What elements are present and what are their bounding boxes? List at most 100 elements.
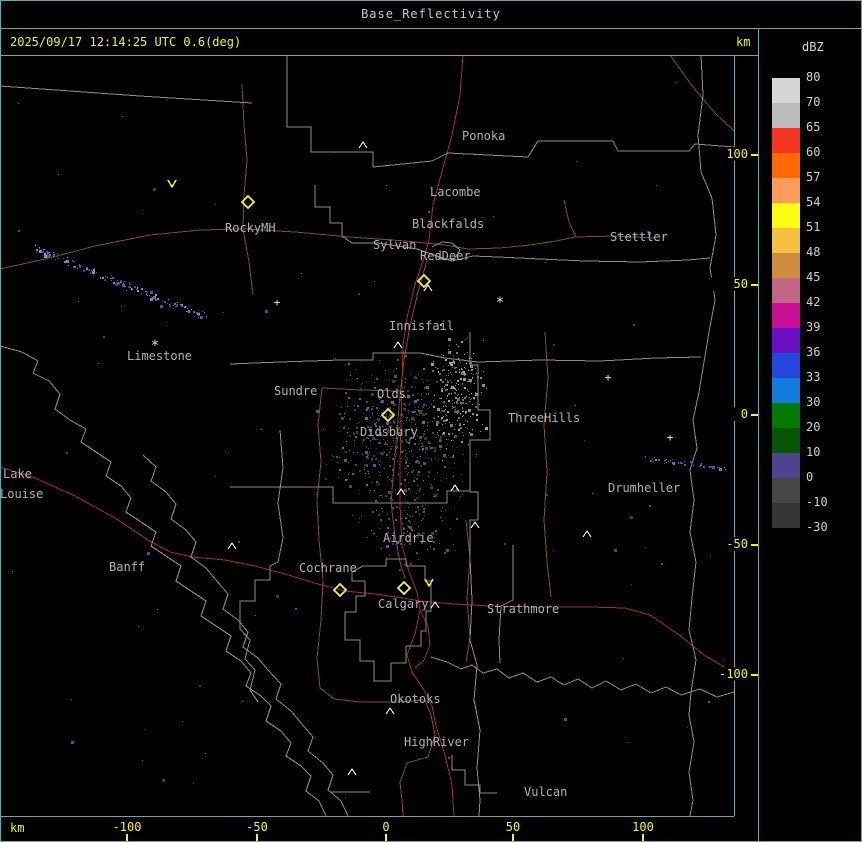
echo-pixel	[132, 288, 133, 289]
echo-pixel	[169, 304, 170, 305]
echo-pixel	[459, 433, 460, 434]
echo-pixel	[469, 394, 470, 395]
echo-pixel	[423, 462, 426, 465]
echo-pixel	[470, 411, 471, 412]
echo-pixel	[111, 275, 112, 276]
echo-pixel	[441, 390, 443, 392]
echo-pixel	[374, 420, 375, 421]
echo-pixel	[395, 419, 396, 420]
echo-pixel	[437, 434, 438, 435]
echo-pixel	[406, 420, 407, 421]
echo-pixel	[44, 249, 45, 250]
city-label: Vulcan	[524, 785, 567, 799]
echo-pixel	[466, 363, 467, 364]
echo-pixel	[451, 386, 454, 389]
echo-pixel	[463, 378, 466, 381]
echo-pixel	[379, 495, 380, 496]
echo-pixel	[446, 406, 447, 407]
echo-pixel	[400, 483, 402, 485]
echo-pixel	[459, 423, 461, 425]
echo-pixel	[198, 317, 199, 318]
echo-pixel	[437, 432, 438, 433]
echo-pixel	[468, 370, 469, 371]
echo-pixel	[364, 467, 365, 468]
echo-pixel	[333, 456, 334, 457]
echo-pixel	[365, 451, 368, 454]
echo-pixel	[445, 359, 447, 361]
dbz-color-scale-panel: dBZ 80 70 65 60 57 54 51 48 45 42 39 36 33 30 20 10 0 -10…	[758, 28, 862, 842]
echo-pixel	[447, 396, 448, 397]
echo-pixel	[421, 520, 422, 521]
echo-pixel	[73, 266, 74, 267]
echo-pixel	[471, 398, 472, 399]
echo-pixel	[425, 413, 427, 415]
echo-pixel	[379, 442, 381, 444]
echo-pixel	[417, 399, 419, 401]
dbz-scale-label: 42	[806, 295, 821, 309]
echo-pixel	[474, 399, 475, 400]
echo-pixel	[409, 420, 410, 421]
echo-pixel	[425, 452, 426, 453]
echo-pixel	[454, 363, 455, 364]
echo-pixel	[169, 305, 171, 307]
dbz-scale-label: 36	[806, 345, 821, 359]
echo-pixel	[147, 295, 148, 296]
echo-pixel	[440, 412, 441, 413]
echo-pixel	[452, 367, 453, 368]
echo-pixel	[357, 405, 359, 407]
echo-pixel	[387, 449, 388, 450]
echo-pixel	[658, 459, 660, 461]
echo-pixel	[461, 402, 462, 403]
echo-pixel	[415, 461, 416, 462]
echo-pixel	[151, 296, 152, 297]
echo-pixel	[412, 516, 413, 517]
echo-pixel	[394, 503, 395, 504]
echo-pixel	[403, 528, 405, 530]
echo-pixel	[371, 459, 373, 461]
echo-pixel	[82, 266, 83, 267]
echo-pixel	[381, 548, 382, 549]
echo-pixel	[424, 403, 425, 404]
echo-pixel	[465, 427, 466, 428]
echo-pixel	[389, 457, 390, 458]
echo-pixel	[391, 446, 392, 447]
echo-pixel	[380, 519, 382, 521]
echo-pixel	[387, 514, 388, 515]
echo-pixel	[397, 461, 398, 462]
echo-pixel	[199, 685, 201, 687]
echo-pixel	[100, 278, 101, 279]
echo-pixel	[63, 258, 64, 259]
echo-pixel	[73, 261, 74, 262]
echo-pixel	[373, 533, 375, 535]
echo-pixel	[432, 421, 433, 422]
echo-pixel	[419, 436, 422, 439]
echo-pixel	[359, 422, 360, 423]
echo-pixel	[470, 399, 471, 400]
echo-pixel	[53, 256, 54, 257]
echo-pixel	[340, 426, 341, 427]
echo-pixel	[448, 455, 449, 456]
echo-pixel	[407, 514, 408, 515]
echo-pixel	[450, 388, 451, 389]
echo-pixel	[469, 379, 472, 382]
x-axis-tick	[642, 834, 644, 842]
echo-pixel	[405, 462, 407, 464]
echo-pixel	[376, 484, 377, 485]
dbz-scale-label: 20	[806, 420, 821, 434]
echo-pixel	[393, 371, 394, 372]
asterisk-marker: *	[496, 295, 504, 311]
echo-pixel	[469, 363, 470, 364]
echo-pixel	[448, 365, 449, 366]
echo-pixel	[409, 504, 410, 505]
echo-pixel	[446, 375, 447, 376]
echo-pixel	[405, 355, 407, 357]
echo-pixel	[419, 449, 420, 450]
echo-pixel	[462, 494, 463, 495]
y-axis-unit-label: km	[736, 35, 751, 49]
echo-pixel	[443, 355, 444, 356]
echo-pixel	[455, 371, 457, 373]
echo-pixel	[90, 272, 91, 273]
echo-pixel	[368, 448, 369, 449]
y-axis-tick	[751, 284, 758, 286]
echo-pixel	[666, 459, 667, 460]
